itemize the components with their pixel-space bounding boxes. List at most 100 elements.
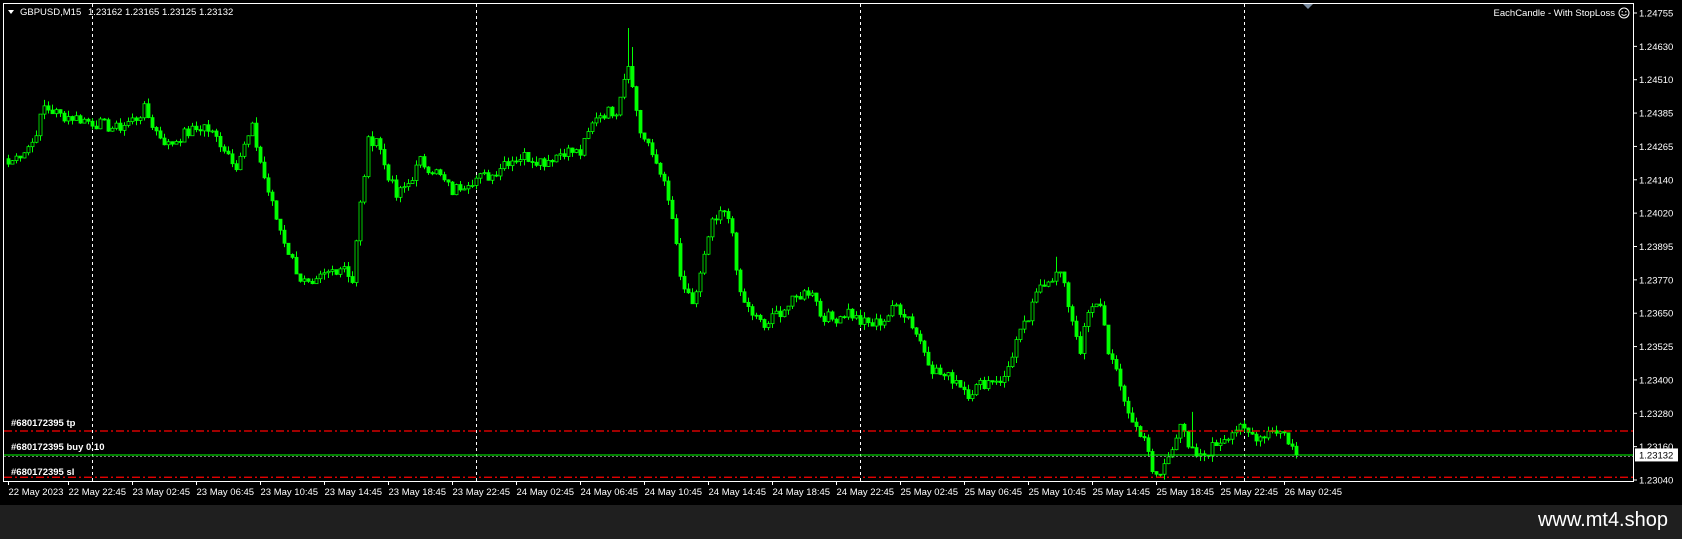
candle-body — [254, 122, 259, 148]
candle-body — [222, 146, 227, 152]
candle-body — [526, 151, 531, 162]
candle-body — [1074, 320, 1079, 337]
candle — [786, 305, 791, 315]
candle — [306, 278, 311, 283]
plot-frame — [3, 3, 1634, 482]
candle — [782, 308, 787, 318]
candle-body — [30, 141, 35, 148]
candle — [986, 376, 991, 391]
order-label-buy[interactable]: #680172395 buy 0.10 — [11, 442, 105, 453]
candle — [774, 305, 779, 315]
candle-body — [1094, 303, 1099, 308]
candle-body — [838, 316, 843, 324]
candle — [434, 168, 439, 175]
order-lines[interactable] — [4, 430, 1633, 478]
candle-body — [458, 184, 463, 191]
candle — [1002, 370, 1007, 388]
chart-shift-marker[interactable] — [1303, 4, 1313, 9]
candle-body — [122, 124, 127, 131]
candle — [626, 27, 631, 84]
symbol-dropdown-icon[interactable] — [8, 10, 14, 14]
price-axis[interactable]: 1.24755 1.24630 1.24510 1.24385 1.24265 1.241… — [1633, 9, 1678, 487]
candle — [1058, 271, 1063, 278]
candle — [734, 231, 739, 276]
time-tick-label: 24 May 14:45 — [709, 487, 767, 498]
chart-window[interactable]: 1.24755 1.24630 1.24510 1.24385 1.24265 1.241… — [0, 0, 1682, 505]
candle — [606, 106, 611, 119]
candle — [1210, 437, 1215, 462]
candle — [1162, 458, 1167, 480]
candle — [602, 113, 607, 120]
candle — [1026, 320, 1031, 323]
candle — [1254, 431, 1259, 446]
order-label-tp[interactable]: #680172395 tp — [11, 418, 75, 429]
candle-body — [618, 96, 623, 116]
candle-body — [1042, 284, 1047, 287]
candle-body — [262, 161, 267, 179]
candle-body — [386, 164, 391, 181]
candle — [174, 139, 179, 145]
candle — [578, 144, 583, 160]
candle — [62, 110, 67, 123]
candle-body — [582, 138, 587, 156]
smiley-icon — [1618, 7, 1630, 19]
candle — [1090, 303, 1095, 318]
candle — [946, 371, 951, 381]
candle — [890, 300, 895, 318]
candle-body — [730, 218, 735, 234]
candle — [282, 225, 287, 248]
candle — [818, 298, 823, 318]
candle-body — [674, 218, 679, 244]
candle — [1222, 435, 1227, 445]
candle-body — [422, 156, 427, 168]
candle-body — [974, 384, 979, 396]
price-chart[interactable]: 1.24755 1.24630 1.24510 1.24385 1.24265 1.241… — [0, 0, 1682, 505]
candle-body — [230, 153, 235, 165]
candle-body — [342, 266, 347, 270]
candle — [478, 172, 483, 184]
candle — [490, 174, 495, 185]
candle — [514, 156, 519, 164]
candle — [1262, 435, 1267, 444]
candle — [530, 157, 535, 169]
candle-body — [250, 122, 255, 137]
candle-body — [1122, 385, 1127, 402]
candle-body — [450, 181, 455, 196]
candle-body — [1266, 430, 1271, 439]
candle — [850, 308, 855, 321]
candle-body — [18, 155, 23, 159]
candle — [426, 166, 431, 175]
candle — [386, 163, 391, 183]
candle — [586, 127, 591, 140]
candle-body — [266, 177, 271, 193]
candle-body — [218, 135, 223, 148]
time-tick-label: 22 May 2023 — [9, 487, 64, 498]
candle-body — [74, 115, 79, 121]
candle — [122, 122, 127, 136]
candle — [106, 117, 111, 132]
candle — [286, 242, 291, 255]
time-tick-label: 25 May 06:45 — [965, 487, 1023, 498]
candle-body — [270, 191, 275, 202]
candle — [922, 339, 927, 357]
candle — [814, 292, 819, 306]
candle — [522, 148, 527, 166]
candle-body — [1038, 284, 1043, 293]
candle-body — [710, 218, 715, 238]
candle — [630, 47, 635, 88]
order-label-sl[interactable]: #680172395 sl — [11, 467, 74, 478]
time-tick-label: 25 May 10:45 — [1029, 487, 1087, 498]
candle-body — [954, 380, 959, 384]
candle — [166, 139, 171, 150]
time-axis[interactable]: 22 May 2023 22 May 22:45 23 May 02:45 23 Ma… — [8, 481, 1343, 498]
candle — [958, 380, 963, 388]
candle — [1046, 280, 1051, 288]
candle — [770, 308, 775, 329]
candle — [458, 181, 463, 192]
candle-body — [46, 105, 51, 111]
candle — [470, 179, 475, 189]
candle — [182, 127, 187, 143]
candle-body — [514, 160, 519, 163]
candle — [202, 124, 207, 137]
candle-body — [1170, 449, 1175, 458]
